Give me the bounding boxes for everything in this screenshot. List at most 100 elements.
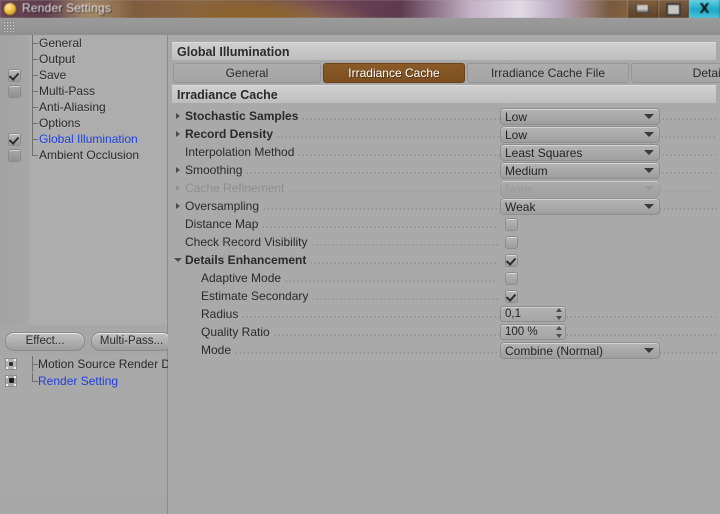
- tree-item-checkbox-cell: [0, 84, 28, 98]
- menu-strip: [0, 18, 720, 36]
- property-label: Smoothing: [185, 163, 243, 177]
- tab-strip: General Irradiance Cache Irradiance Cache …: [173, 63, 720, 83]
- render-settings-tree: General Output Save Multi-Pass Anti-Aliasing…: [0, 35, 167, 325]
- property-row-quality-ratio: Quality Ratio 100 %: [168, 323, 720, 341]
- tree-branch-line: [28, 99, 38, 115]
- tree-item-global-illumination[interactable]: Global Illumination: [0, 131, 167, 147]
- property-label: Estimate Secondary: [201, 289, 309, 303]
- object-marker-icon[interactable]: [5, 357, 17, 370]
- dropdown-value: None: [505, 181, 534, 196]
- property-label: Mode: [201, 343, 232, 357]
- checkbox-checked-icon[interactable]: [505, 289, 519, 303]
- property-label: Quality Ratio: [201, 325, 270, 339]
- number-field-radius[interactable]: 0,1: [500, 306, 566, 322]
- label-leader-dots: [285, 272, 499, 284]
- checkbox-checked-icon[interactable]: [505, 253, 519, 267]
- property-label: Cache Refinement: [185, 181, 285, 195]
- multipass-button[interactable]: Multi-Pass...: [91, 331, 172, 351]
- property-row-record-density: Record Density Low: [168, 125, 720, 143]
- object-tree-item[interactable]: Render Setting: [0, 372, 167, 389]
- chevron-down-icon: [644, 150, 654, 155]
- property-row-check-record-visibility: Check Record Visibility: [168, 233, 720, 251]
- checkbox-empty-icon[interactable]: [7, 148, 21, 162]
- global-illumination-header: Global Illumination: [172, 42, 716, 60]
- object-tree-item[interactable]: Motion Source Render D: [0, 355, 170, 372]
- triangle-right-icon[interactable]: [173, 131, 183, 137]
- property-row-details-enhancement: Details Enhancement: [168, 251, 720, 269]
- property-row-cache-refinement: Cache Refinement None: [168, 179, 720, 197]
- tab-general[interactable]: General: [173, 63, 321, 83]
- number-field-quality-ratio[interactable]: 100 %: [500, 324, 566, 340]
- property-control: Low: [500, 108, 660, 125]
- property-label: Check Record Visibility: [185, 235, 308, 249]
- label-leader-dots: [273, 326, 717, 338]
- property-row-smoothing: Smoothing Medium: [168, 161, 720, 179]
- triangle-right-icon[interactable]: [173, 185, 183, 191]
- number-value: 100 %: [505, 326, 538, 338]
- tree-branch-line: [28, 51, 38, 67]
- dropdown-interpolation-method[interactable]: Least Squares: [500, 144, 660, 161]
- tree-item-checkbox-cell: [0, 132, 28, 146]
- dropdown-oversampling[interactable]: Weak: [500, 198, 660, 215]
- dropdown-smoothing[interactable]: Medium: [500, 162, 660, 179]
- dropdown-stochastic-samples[interactable]: Low: [500, 108, 660, 125]
- property-row-oversampling: Oversampling Weak: [168, 197, 720, 215]
- title-bar: Render Settings X: [0, 0, 720, 18]
- tree-item-options[interactable]: Options: [0, 115, 167, 131]
- tree-item-ambient-occlusion[interactable]: Ambient Occlusion: [0, 147, 167, 163]
- property-label: Radius: [201, 307, 239, 321]
- tree-branch-line: [28, 67, 38, 83]
- dropdown-value: Low: [505, 109, 528, 124]
- chevron-down-icon: [644, 348, 654, 353]
- tab-irradiance-cache[interactable]: Irradiance Cache: [323, 63, 465, 83]
- label-leader-dots: [311, 236, 498, 248]
- tree-branch-line: [28, 83, 38, 99]
- chevron-down-icon: [644, 132, 654, 137]
- property-control: Weak: [500, 198, 660, 215]
- irradiance-cache-header: Irradiance Cache: [172, 85, 716, 103]
- effect-button[interactable]: Effect...: [5, 331, 85, 351]
- tree-item-anti-aliasing[interactable]: Anti-Aliasing: [0, 99, 167, 115]
- triangle-down-icon[interactable]: [173, 258, 183, 262]
- stepper-arrows-icon[interactable]: [555, 326, 562, 338]
- chevron-down-icon: [644, 204, 654, 209]
- drag-grip-icon[interactable]: [3, 21, 14, 32]
- checkbox-empty-icon[interactable]: [7, 84, 21, 98]
- checkbox-checked-icon[interactable]: [7, 132, 21, 146]
- tree-item-label: Multi-Pass: [39, 84, 96, 98]
- property-row-interpolation-method: Interpolation Method Least Squares: [168, 143, 720, 161]
- triangle-right-icon[interactable]: [173, 203, 183, 209]
- tree-branch-line: [28, 131, 38, 147]
- tab-details[interactable]: Details: [631, 63, 720, 83]
- tree-item-output[interactable]: Output: [0, 51, 167, 67]
- close-button[interactable]: X: [689, 0, 720, 18]
- stepper-arrows-icon[interactable]: [555, 308, 562, 320]
- minimize-button[interactable]: [627, 0, 658, 18]
- triangle-right-icon[interactable]: [173, 167, 183, 173]
- dropdown-mode[interactable]: Combine (Normal): [500, 342, 660, 359]
- checkbox-checked-icon[interactable]: [7, 68, 21, 82]
- checkbox-empty-icon[interactable]: [505, 271, 519, 285]
- tree-item-label: Options: [39, 116, 81, 130]
- dropdown-record-density[interactable]: Low: [500, 126, 660, 143]
- tree-branch-line: [28, 115, 38, 131]
- tree-item-save[interactable]: Save: [0, 67, 167, 83]
- triangle-right-icon[interactable]: [173, 113, 183, 119]
- label-leader-dots: [242, 308, 717, 320]
- tree-branch-line: [28, 147, 38, 163]
- subsection-title: Irradiance Cache: [177, 87, 278, 102]
- tree-item-general[interactable]: General: [0, 35, 167, 51]
- checkbox-empty-icon[interactable]: [505, 217, 519, 231]
- tab-irradiance-cache-file[interactable]: Irradiance Cache File: [467, 63, 629, 83]
- label-leader-dots: [310, 254, 499, 266]
- maximize-button[interactable]: [658, 0, 689, 18]
- property-control: 100 %: [500, 324, 566, 340]
- property-label: Adaptive Mode: [201, 271, 282, 285]
- checkbox-empty-icon[interactable]: [504, 235, 518, 249]
- chevron-down-icon: [644, 168, 654, 173]
- tree-item-label: Ambient Occlusion: [39, 148, 140, 162]
- tree-item-multi-pass[interactable]: Multi-Pass: [0, 83, 167, 99]
- app-sphere-icon: [4, 3, 16, 15]
- object-marker-icon[interactable]: [5, 374, 17, 387]
- property-control: [505, 217, 519, 231]
